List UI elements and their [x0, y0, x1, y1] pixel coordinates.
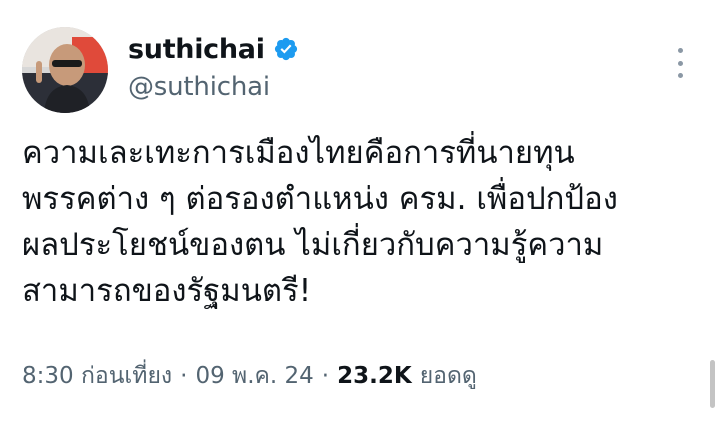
more-vertical-icon-dot — [677, 73, 683, 78]
tweet-text-line: ผลประโยชน์ของตน ไม่เกี่ยวกับความรู้ความ — [22, 227, 604, 263]
tweet-text: ความเละเทะการเมืองไทยคือการที่นายทุน พรร… — [22, 130, 702, 314]
tweet-time[interactable]: 8:30 ก่อนเที่ยง — [22, 358, 172, 394]
tweet-meta: 8:30 ก่อนเที่ยง · 09 พ.ค. 24 · 23.2K ยอด… — [22, 358, 477, 394]
display-name[interactable]: suthichai — [128, 34, 265, 65]
tweet-text-line: ความเละเทะการเมืองไทยคือการที่นายทุน — [22, 135, 575, 171]
tweet: suthichai @suthichai ความเละเทะการเมืองไ… — [0, 0, 720, 421]
display-name-row: suthichai — [128, 32, 299, 66]
views-label: ยอดดู — [419, 363, 477, 389]
meta-separator: · — [180, 363, 188, 389]
tweet-date[interactable]: 09 พ.ค. 24 — [195, 358, 313, 394]
author-info: suthichai @suthichai — [128, 32, 299, 102]
tweet-text-line: สามารถของรัฐมนตรี! — [22, 273, 312, 309]
meta-separator: · — [321, 363, 330, 389]
views-count[interactable]: 23.2K — [337, 363, 412, 389]
more-options-button[interactable] — [668, 48, 692, 78]
more-vertical-icon — [677, 48, 683, 53]
avatar[interactable] — [22, 27, 108, 113]
more-vertical-icon-dot — [677, 60, 683, 66]
author-handle[interactable]: @suthichai — [128, 72, 299, 102]
tweet-text-line: พรรคต่าง ๆ ต่อรองตำแหน่ง ครม. เพื่อปกป้อ… — [22, 181, 618, 217]
scrollbar[interactable] — [710, 360, 715, 408]
verified-badge-icon — [273, 36, 299, 62]
profile-photo-icon — [22, 27, 108, 113]
